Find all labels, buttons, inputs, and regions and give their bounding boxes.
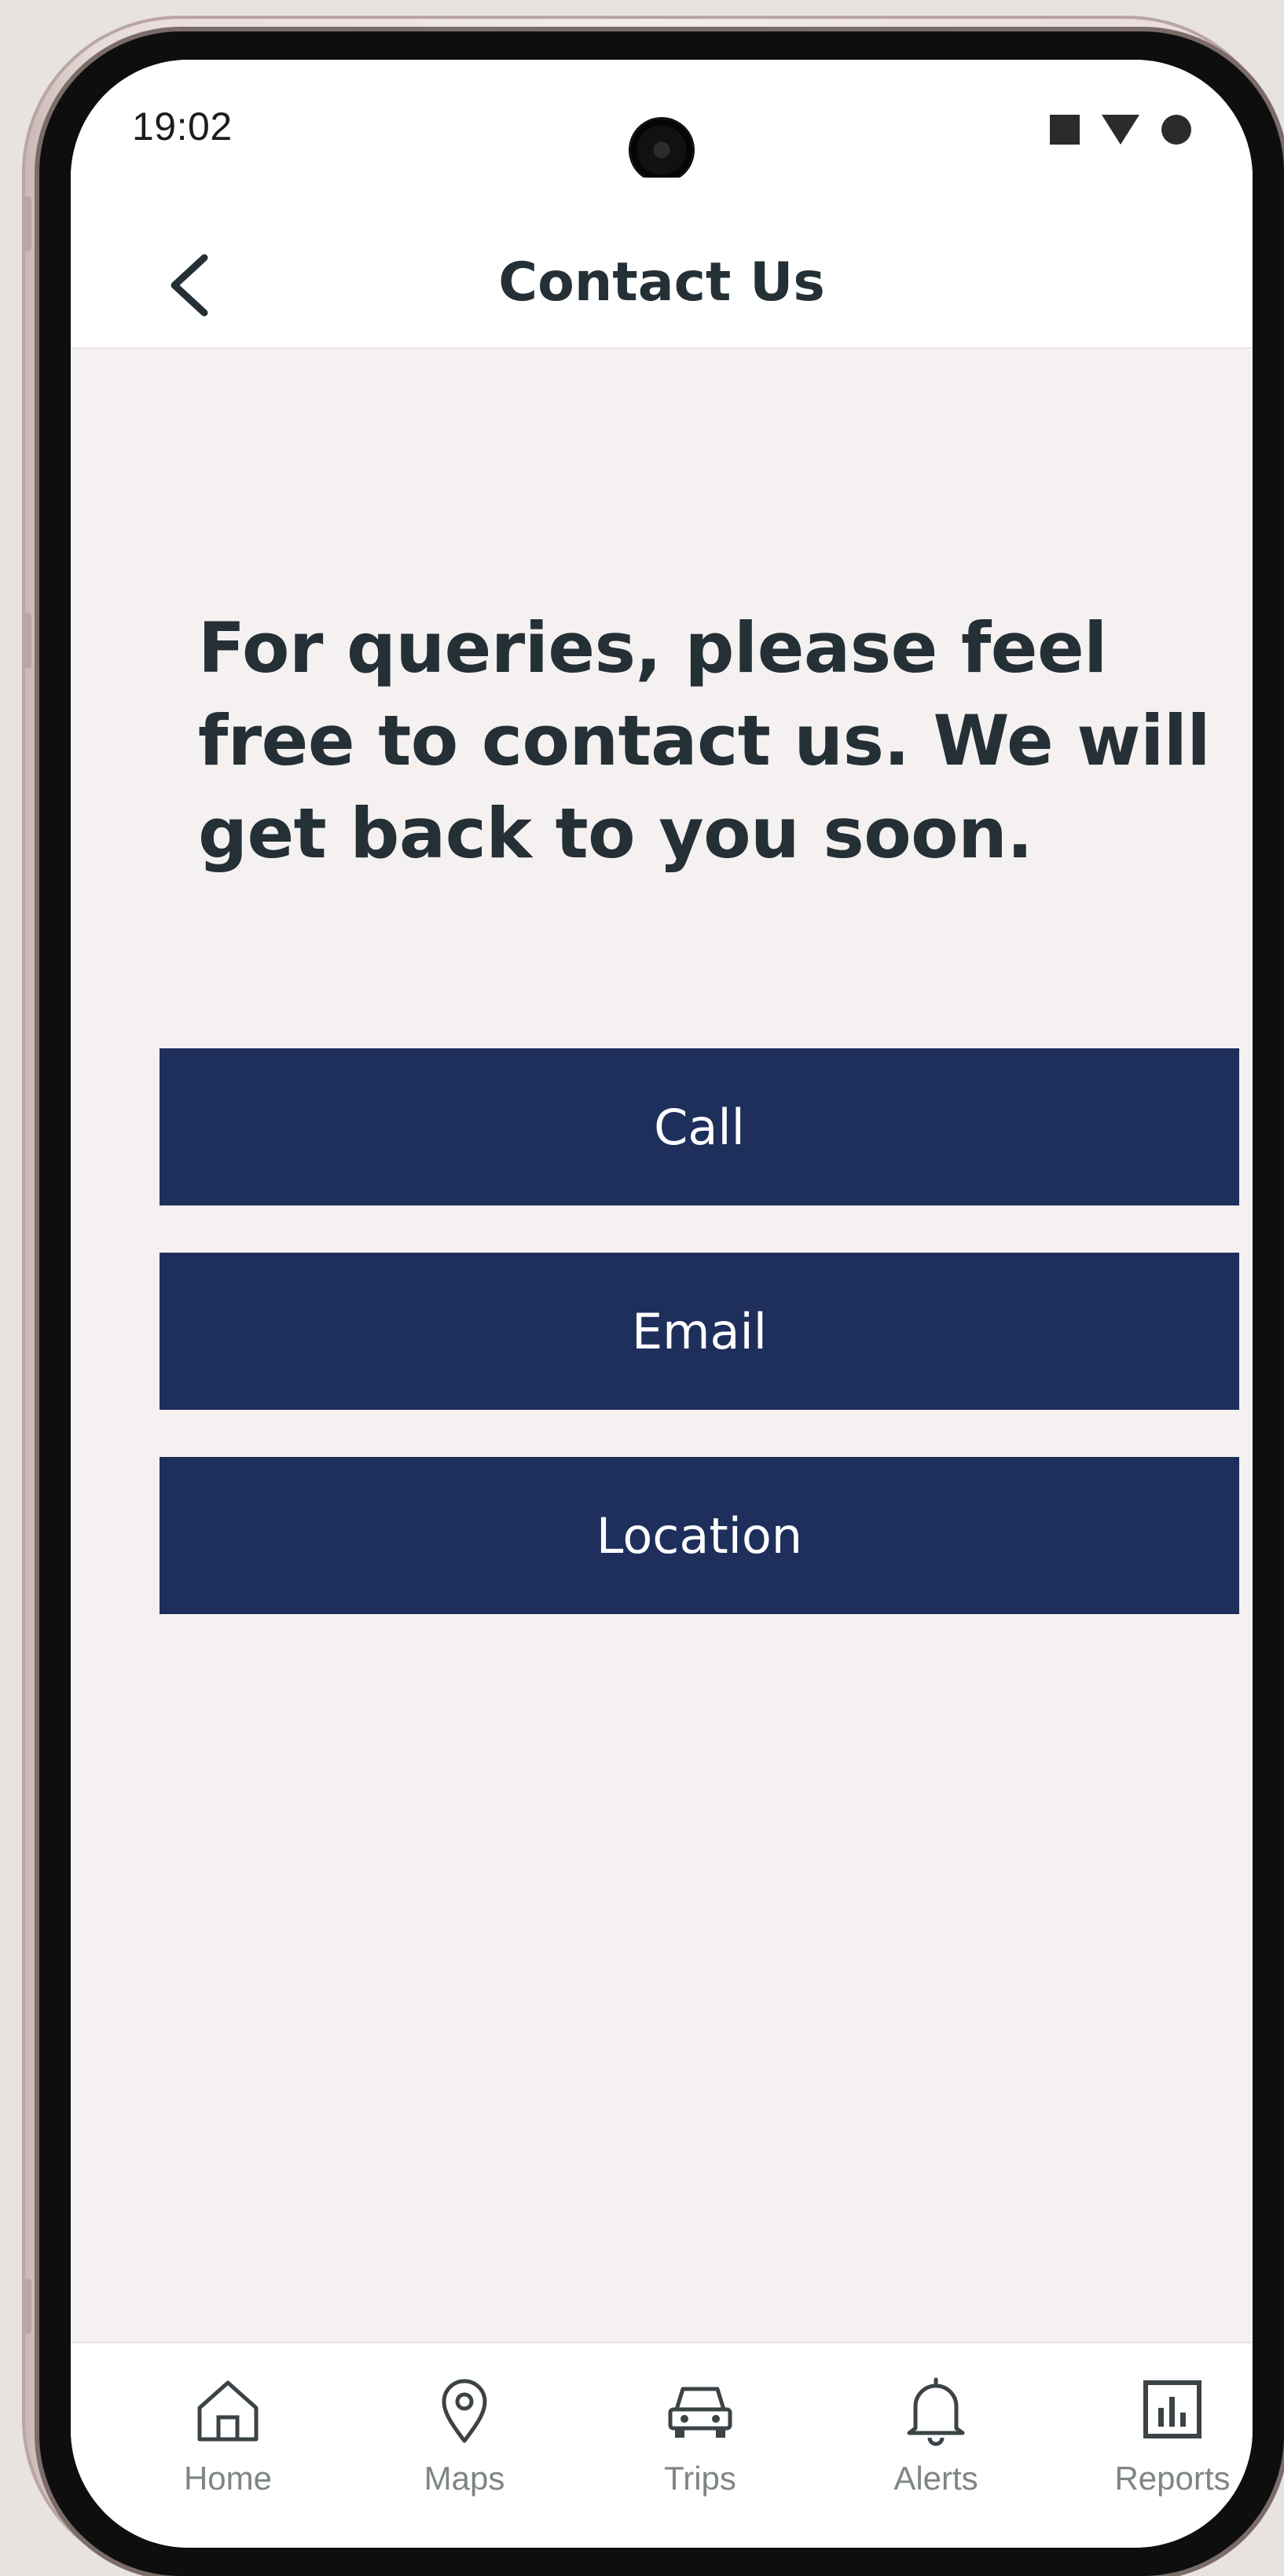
bell-icon	[907, 2377, 965, 2446]
bar-chart-icon	[1143, 2380, 1201, 2438]
car-icon	[668, 2387, 732, 2438]
home-icon	[197, 2380, 259, 2442]
app-screen: 19:02 Contact Us For queries, please fee…	[71, 60, 1253, 2548]
status-dot-icon	[1161, 115, 1191, 145]
nav-item-trips[interactable]: Trips	[606, 2370, 794, 2527]
front-camera	[630, 119, 693, 182]
email-button[interactable]: Email	[160, 1253, 1239, 1410]
phone-device: 19:02 Contact Us For queries, please fee…	[22, 16, 1284, 2576]
call-button[interactable]: Call	[160, 1048, 1239, 1205]
stop-square-icon	[1050, 115, 1080, 145]
side-button-bottom	[22, 2279, 31, 2334]
nav-label-home: Home	[183, 2460, 273, 2497]
side-button-top	[22, 196, 31, 251]
side-button-mid	[22, 613, 31, 668]
nav-label-reports: Reports	[1114, 2460, 1231, 2497]
back-button[interactable]	[163, 250, 218, 321]
chevron-left-icon	[171, 254, 208, 317]
status-icons	[1050, 115, 1191, 145]
status-time: 19:02	[132, 105, 233, 149]
nav-item-maps[interactable]: Maps	[370, 2370, 559, 2527]
nav-item-home[interactable]: Home	[134, 2370, 322, 2527]
nav-label-alerts: Alerts	[893, 2460, 978, 2497]
location-button[interactable]: Location	[160, 1457, 1239, 1614]
phone-bezel: 19:02 Contact Us For queries, please fee…	[39, 31, 1284, 2576]
contact-content: For queries, please feel free to contact…	[71, 349, 1253, 2345]
nav-label-maps: Maps	[424, 2460, 505, 2497]
page-title: Contact Us	[498, 251, 825, 314]
bottom-navigation: Home Maps Trips Alerts Reports	[71, 2342, 1253, 2548]
nav-label-trips: Trips	[664, 2460, 736, 2497]
intro-text: For queries, please feel free to contact…	[198, 607, 1211, 874]
signal-triangle-icon	[1102, 115, 1139, 145]
nav-item-alerts[interactable]: Alerts	[842, 2370, 1030, 2527]
map-pin-icon	[442, 2379, 487, 2443]
status-bar: 19:02	[71, 60, 1253, 182]
nav-item-reports[interactable]: Reports	[1078, 2370, 1253, 2527]
app-header: Contact Us	[71, 178, 1253, 349]
